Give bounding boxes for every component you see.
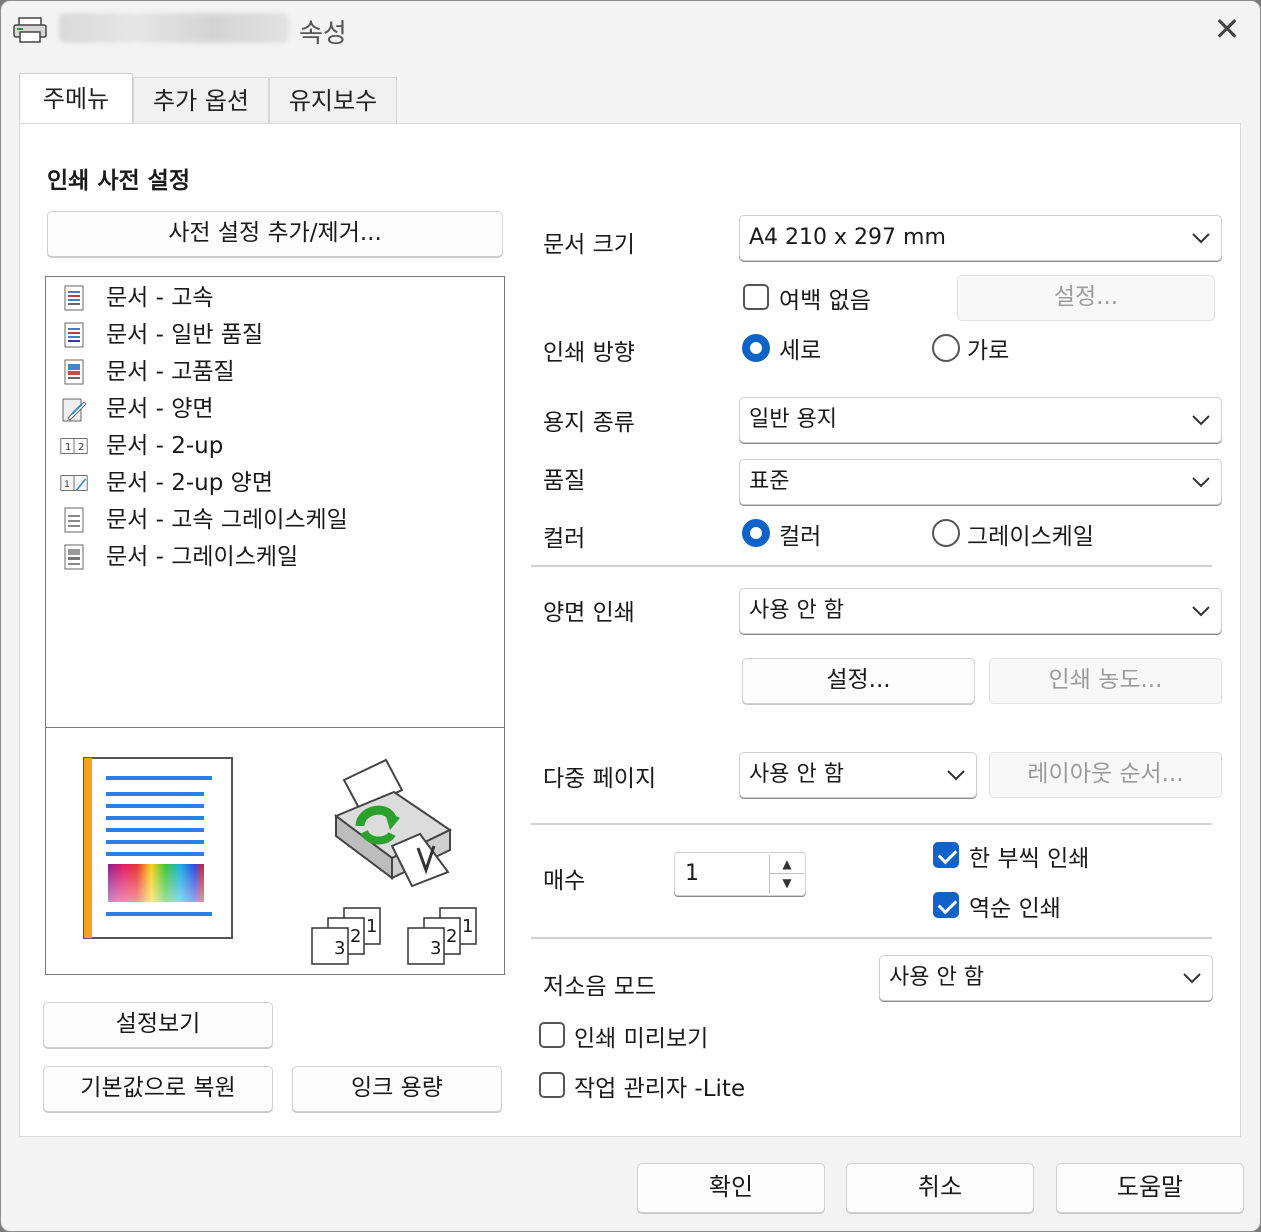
borderless-label: 여백 없음 [779,288,871,314]
decrement-icon[interactable]: ▼ [770,874,804,893]
portrait-radio[interactable] [742,334,770,362]
chevron-down-icon [1192,606,1210,617]
document-duplex-icon [62,398,87,422]
borderless-checkbox[interactable] [743,284,769,310]
quiet-mode-value: 사용 안 함 [889,965,984,990]
ink-levels-button[interactable]: 잉크 용량 [292,1066,502,1112]
two-up-duplex-icon: 1 [60,475,88,491]
list-item-label: 문서 - 2-up [106,433,224,459]
ok-button[interactable]: 확인 [637,1163,825,1213]
tab-more-options[interactable]: 추가 옵션 [133,77,269,125]
collate-label: 한 부씩 인쇄 [969,846,1090,872]
copies-value: 1 [685,861,699,886]
chevron-down-icon [947,770,965,781]
duplex-select[interactable]: 사용 안 함 [739,588,1222,634]
cancel-button[interactable]: 취소 [846,1163,1034,1213]
settings-preview: 1 2 3 1 2 3 [45,727,505,975]
window-title: 속성 [299,19,347,49]
quality-value: 표준 [749,469,790,494]
duplex-value: 사용 안 함 [749,598,844,623]
collate-left-icon: 1 2 3 [308,904,382,972]
copies-spinner[interactable]: 1 ▲ ▼ [674,852,806,896]
print-preview-checkbox[interactable] [539,1022,565,1048]
printer-properties-window: 속성 ✕ 주메뉴 추가 옵션 유지보수 인쇄 사전 설정 사전 설정 추가/제거… [0,0,1261,1232]
show-settings-button[interactable]: 설정보기 [43,1002,273,1048]
list-item-label: 문서 - 고속 [106,285,214,311]
collate-checkbox[interactable] [933,842,959,868]
paper-type-select[interactable]: 일반 용지 [739,397,1222,443]
list-item-label: 문서 - 고속 그레이스케일 [106,507,348,533]
color-radio[interactable] [742,519,770,547]
chevron-down-icon [1183,973,1201,984]
job-arranger-label: 작업 관리자 -Lite [574,1076,746,1102]
document-size-label: 문서 크기 [543,232,635,258]
list-item-label: 문서 - 그레이스케일 [106,544,299,570]
svg-text:1: 1 [64,480,70,490]
duplex-label: 양면 인쇄 [543,600,635,626]
spinner-buttons: ▲ ▼ [769,855,804,893]
two-up-icon: 1 2 [60,438,88,454]
landscape-label: 가로 [967,338,1010,364]
grayscale-radio[interactable] [932,519,960,547]
list-item-label: 문서 - 2-up 양면 [106,470,273,496]
quality-label: 품질 [543,468,586,494]
document-size-value: A4 210 x 297 mm [749,225,946,250]
portrait-label: 세로 [779,338,822,364]
increment-icon[interactable]: ▲ [770,855,804,874]
reverse-order-label: 역순 인쇄 [969,896,1061,922]
job-arranger-checkbox[interactable] [539,1072,565,1098]
title-bar: 속성 ✕ [1,1,1260,59]
multi-page-select[interactable]: 사용 안 함 [739,752,977,798]
grayscale-icon [64,544,84,570]
quiet-mode-select[interactable]: 사용 안 함 [879,955,1213,1001]
printer-app-icon [13,17,47,43]
quiet-mode-label: 저소음 모드 [543,974,657,1000]
reverse-order-checkbox[interactable] [933,892,959,918]
close-icon[interactable]: ✕ [1207,11,1247,47]
document-fast-icon [64,285,84,311]
page-preview [83,757,233,939]
document-size-select[interactable]: A4 210 x 297 mm [739,215,1222,261]
duplex-settings-button[interactable]: 설정... [742,658,975,704]
restore-defaults-button[interactable]: 기본값으로 복원 [43,1066,273,1112]
printer-name-redacted [59,13,289,43]
divider [531,565,1212,567]
multi-page-value: 사용 안 함 [749,762,844,787]
borderless-settings-button[interactable]: 설정... [957,275,1215,321]
copies-label: 매수 [543,868,586,894]
color-option-label: 컬러 [779,524,822,550]
divider [531,937,1212,939]
add-remove-presets-button[interactable]: 사전 설정 추가/제거... [47,211,503,257]
color-label: 컬러 [543,526,586,552]
paper-type-label: 용지 종류 [543,410,635,436]
print-density-button[interactable]: 인쇄 농도... [989,658,1222,704]
chevron-down-icon [1192,477,1210,488]
orientation-label: 인쇄 방향 [543,340,635,366]
landscape-radio[interactable] [932,334,960,362]
print-preview-label: 인쇄 미리보기 [574,1026,709,1052]
quality-select[interactable]: 표준 [739,459,1222,505]
layout-order-button[interactable]: 레이아웃 순서... [989,752,1222,798]
divider [531,823,1212,825]
list-item-label: 문서 - 양면 [106,396,214,422]
svg-text:2: 2 [78,442,84,453]
grayscale-fast-icon [64,507,84,533]
help-button[interactable]: 도움말 [1056,1163,1244,1213]
tab-main[interactable]: 주메뉴 [19,73,133,123]
svg-text:1: 1 [65,442,71,453]
document-normal-icon [64,322,84,348]
document-high-quality-icon [64,359,84,385]
chevron-down-icon [1192,233,1210,244]
paper-type-value: 일반 용지 [749,407,837,432]
list-item-label: 문서 - 일반 품질 [106,322,264,348]
presets-title: 인쇄 사전 설정 [47,168,190,194]
tab-maintenance[interactable]: 유지보수 [269,77,397,125]
grayscale-option-label: 그레이스케일 [967,524,1094,550]
presets-list[interactable]: 문서 - 고속 문서 - 일반 품질 문서 - 고품질 문서 - 양면 1 2 … [45,276,505,728]
printer-icon [333,758,452,888]
multi-page-label: 다중 페이지 [543,766,657,792]
chevron-down-icon [1192,415,1210,426]
list-item-label: 문서 - 고품질 [106,359,235,385]
collate-right-icon: 1 2 3 [404,904,478,972]
